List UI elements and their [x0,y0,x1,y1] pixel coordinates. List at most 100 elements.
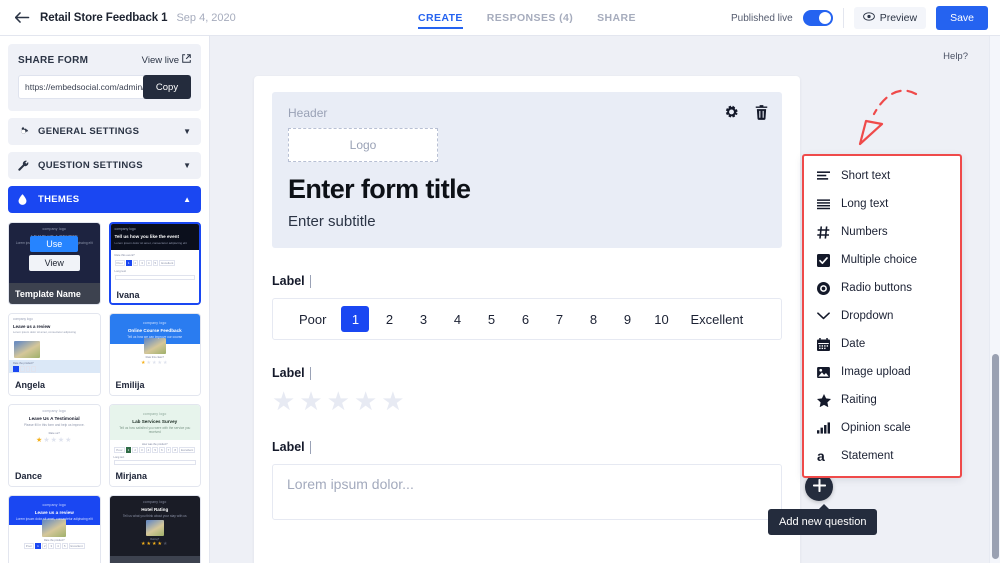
scale-option-10[interactable]: 10 [647,306,675,332]
theme-card[interactable]: company logo Tell us how you like the ev… [108,222,201,305]
rating-stars-row: ★ ★ ★ ★ ★ [272,388,782,414]
theme-mini-title: Leave us a review [34,510,74,515]
scale-option-1[interactable]: 1 [341,306,370,332]
menu-item-label: Opinion scale [841,422,911,434]
scrollbar-thumb[interactable] [992,354,999,559]
theme-mini-sub: Tell us how we can improve our course [127,335,183,339]
form-subtitle-placeholder[interactable]: Enter subtitle [288,213,766,230]
theme-preview: company logo Leave us a review Lorem ips… [9,496,100,556]
menu-item-short-text[interactable]: Short text [804,162,960,190]
question-label-text: Label [272,274,305,288]
menu-item-raiting[interactable]: Raiting [804,386,960,414]
themes-grid: company logo LEAVE US A REVIEW Lorem ips… [8,222,201,563]
menu-item-label: Long text [841,198,889,210]
menu-item-image-upload[interactable]: Image upload [804,358,960,386]
text-caret [309,274,311,288]
top-bar-actions: Published live Preview Save [731,0,988,36]
page-scrollbar[interactable] [989,36,1000,563]
menu-item-opinion-scale[interactable]: Opinion scale [804,414,960,442]
view-live-label: View live [141,54,179,66]
theme-card[interactable]: company logo Leave us a review Lorem ips… [8,495,101,563]
tab-share[interactable]: SHARE [597,0,636,36]
theme-mini-title: Hotel Rating [141,507,169,512]
theme-name-label: Template Name [9,283,100,304]
theme-card[interactable]: company logo LEAVE US A REVIEW Lorem ips… [8,222,101,305]
view-live-link[interactable]: View live [142,54,191,66]
sidebar-accordion-general-settings[interactable]: GENERAL SETTINGS ▼ [8,118,201,145]
theme-mini-logo: company logo [13,317,33,321]
gear-icon[interactable] [724,105,739,125]
logo-placeholder[interactable]: Logo [288,128,438,162]
scale-option-9[interactable]: 9 [613,306,641,332]
menu-item-dropdown[interactable]: Dropdown [804,302,960,330]
menu-item-long-text[interactable]: Long text [804,190,960,218]
published-live-toggle[interactable] [802,10,833,26]
star-icon[interactable]: ★ [327,388,350,414]
theme-mini-logo: company logo [142,500,167,504]
theme-card[interactable]: company logo Online Course Feedback Tell… [108,313,201,396]
save-button[interactable]: Save [936,6,988,30]
theme-mini-sub: Please fill in this form and help us imp… [23,423,85,427]
scale-option-5[interactable]: 5 [477,306,505,332]
theme-card[interactable]: company logo Leave Us A Testimonial Plea… [8,404,101,487]
form-header-block[interactable]: Header Logo Enter form title Enter subti… [272,92,782,248]
scale-option-3[interactable]: 3 [409,306,437,332]
theme-card[interactable]: company logo Lab Services Survey Tell us… [108,404,201,487]
sidebar-accordion-label: THEMES [38,194,80,205]
theme-mini-title: Leave Us A Testimonial [28,416,80,421]
theme-mini-sub: Lorem ipsum dolor sit amet, consectetur … [15,517,93,521]
menu-item-statement[interactable]: a Statement [804,442,960,470]
add-question-tooltip: Add new question [768,504,878,535]
question-label[interactable]: Label [272,366,782,380]
back-arrow-icon[interactable] [14,10,30,26]
theme-use-button[interactable]: Use [30,235,79,252]
theme-card[interactable]: company logo Leave us a review Lorem ips… [8,313,101,396]
chevron-down-icon [817,312,837,320]
scale-option-4[interactable]: 4 [443,306,471,332]
tab-responses[interactable]: RESPONSES (4) [487,0,573,36]
form-canvas: Help? Header Logo Enter form title Enter… [210,36,990,563]
share-form-header: SHARE FORM View live [18,54,191,66]
chevron-down-icon: ▼ [183,161,191,170]
tab-create[interactable]: CREATE [418,0,463,36]
star-icon[interactable]: ★ [272,388,295,414]
sidebar-accordion-question-settings[interactable]: QUESTION SETTINGS ▼ [8,152,201,179]
menu-item-numbers[interactable]: Numbers [804,218,960,246]
opinion-scale-row: Poor 1 2 3 4 5 6 7 8 9 10 Excellent [272,298,782,340]
long-text-icon [817,198,837,210]
theme-preview: company logo LEAVE US A REVIEW Lorem ips… [9,223,100,283]
copy-url-button[interactable]: Copy [143,75,191,99]
star-icon[interactable]: ★ [354,388,377,414]
theme-mini-logo: company logo [42,503,66,507]
help-link[interactable]: Help? [943,51,968,62]
share-url-row: Copy [18,75,191,99]
menu-item-radio-buttons[interactable]: Radio buttons [804,274,960,302]
star-icon[interactable]: ★ [381,388,404,414]
theme-card[interactable]: company logo Hotel Rating Tell us what y… [108,495,201,563]
menu-item-label: Dropdown [841,310,894,322]
theme-view-button[interactable]: View [28,254,80,271]
question-label[interactable]: Label [272,440,782,454]
header-block-actions [724,105,768,125]
theme-mini-sub: Tell us what you think about your stay w… [122,514,187,518]
scale-option-6[interactable]: 6 [511,306,539,332]
gear-icon [18,126,31,137]
sidebar-accordion-themes[interactable]: THEMES ▲ [8,186,201,213]
theme-hover-actions: Use View [9,223,100,283]
theme-mini-title: Tell us how you like the event [114,234,180,239]
sidebar-accordion-label: GENERAL SETTINGS [38,126,140,137]
menu-item-multiple-choice[interactable]: Multiple choice [804,246,960,274]
question-block-long-text: Label Lorem ipsum dolor... [272,440,782,520]
form-title-placeholder[interactable]: Enter form title [288,174,766,205]
long-text-input[interactable]: Lorem ipsum dolor... [272,464,782,520]
star-icon[interactable]: ★ [299,388,322,414]
preview-button[interactable]: Preview [853,7,927,29]
menu-item-date[interactable]: Date [804,330,960,358]
trash-icon[interactable] [755,105,768,125]
question-label[interactable]: Label [272,274,782,288]
scale-option-2[interactable]: 2 [375,306,403,332]
form-sheet: Header Logo Enter form title Enter subti… [254,76,800,563]
share-form-card: SHARE FORM View live Copy [8,44,201,111]
scale-option-8[interactable]: 8 [579,306,607,332]
scale-option-7[interactable]: 7 [545,306,573,332]
